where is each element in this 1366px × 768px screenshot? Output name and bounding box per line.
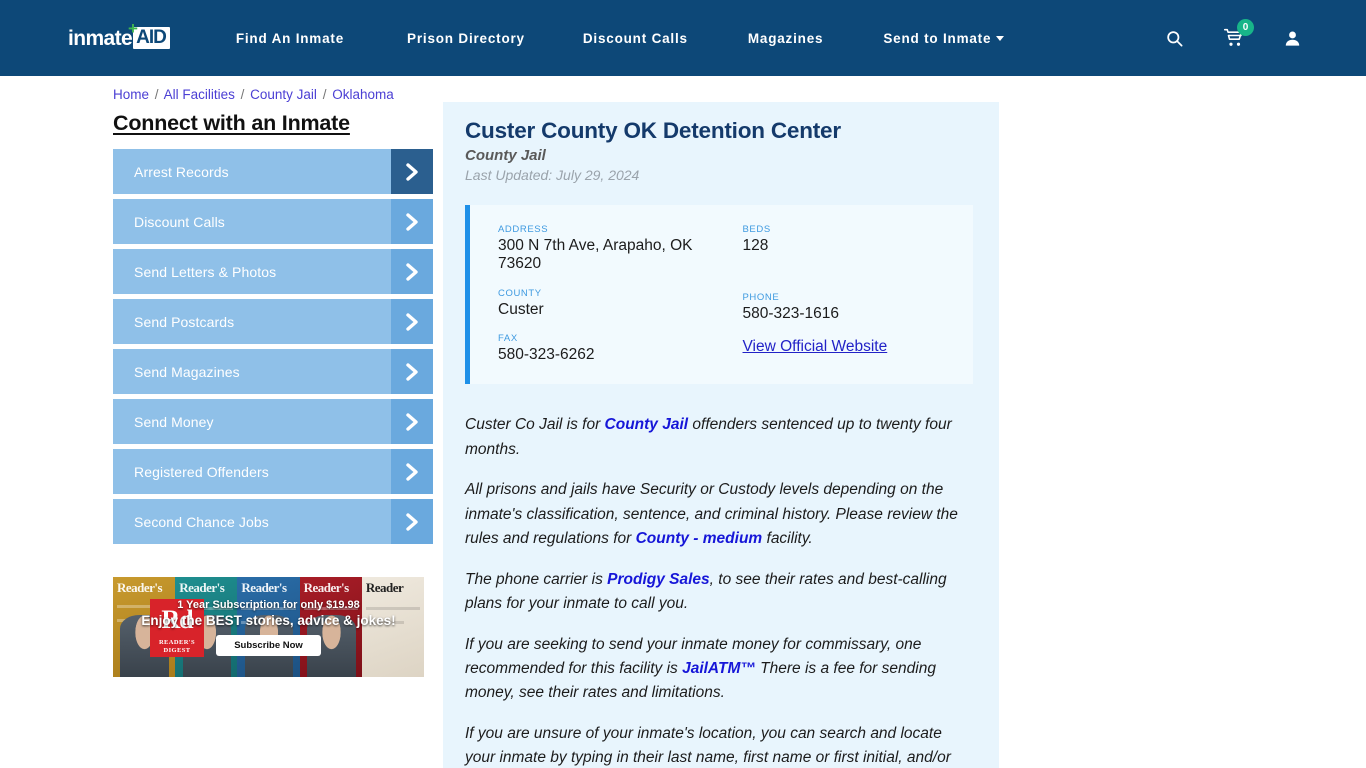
facility-address-value: 300 N 7th Ave, Arapaho, OK 73620 bbox=[498, 237, 693, 273]
chevron-right-icon bbox=[391, 349, 433, 394]
facility-county-value: Custer bbox=[498, 300, 544, 318]
facility-phone-value: 580-323-1616 bbox=[742, 305, 840, 323]
link-jailatm[interactable]: JailATM™ bbox=[682, 660, 756, 677]
chevron-right-icon bbox=[391, 249, 433, 294]
facility-panel: Custer County OK Detention Center County… bbox=[443, 102, 999, 768]
description-paragraph-1: Custer Co Jail is for County Jail offend… bbox=[465, 413, 971, 462]
sidebar: Connect with an Inmate Arrest Records Di… bbox=[113, 102, 433, 677]
facility-website-block: View Official Website bbox=[743, 338, 962, 356]
page-title: Custer County OK Detention Center bbox=[465, 118, 841, 143]
ad-subscribe-button[interactable]: Subscribe Now bbox=[216, 634, 321, 656]
sidebar-item-label: Second Chance Jobs bbox=[134, 513, 269, 530]
chevron-right-icon bbox=[391, 149, 433, 194]
sidebar-item-label: Send Letters & Photos bbox=[134, 263, 277, 280]
breadcrumb-item-all-facilities[interactable]: All Facilities bbox=[164, 87, 235, 102]
breadcrumb: Home / All Facilities / County Jail / Ok… bbox=[0, 76, 1366, 102]
description-paragraph-2: All prisons and jails have Security or C… bbox=[465, 478, 971, 551]
advertisement-banner[interactable]: Reader's Reader's Reader's Reader's Read… bbox=[113, 577, 424, 677]
facility-county-block: COUNTY Custer bbox=[498, 288, 730, 319]
facility-beds-block: BEDS 128 bbox=[743, 224, 962, 255]
nav-item-discount-calls[interactable]: Discount Calls bbox=[583, 31, 688, 46]
sidebar-item-send-money[interactable]: Send Money bbox=[113, 399, 433, 444]
user-icon[interactable] bbox=[1280, 26, 1304, 50]
facility-info-card: ADDRESS 300 N 7th Ave, Arapaho, OK 73620… bbox=[465, 205, 973, 385]
site-logo[interactable]: inmate AID + bbox=[68, 19, 170, 53]
sidebar-item-send-postcards[interactable]: Send Postcards bbox=[113, 299, 433, 344]
facility-fax-value: 580-323-6262 bbox=[498, 345, 595, 363]
facility-beds-label: BEDS bbox=[742, 224, 771, 235]
ad-copy: 1 Year Subscription for only $19.98 Enjo… bbox=[113, 577, 424, 677]
breadcrumb-item-home[interactable]: Home bbox=[113, 87, 149, 102]
sidebar-item-second-chance-jobs[interactable]: Second Chance Jobs bbox=[113, 499, 433, 544]
sidebar-item-registered-offenders[interactable]: Registered Offenders bbox=[113, 449, 433, 494]
primary-nav: Find An Inmate Prison Directory Discount… bbox=[236, 31, 1162, 46]
breadcrumb-item-county-jail[interactable]: County Jail bbox=[250, 87, 317, 102]
logo-plus-icon: + bbox=[128, 19, 138, 38]
search-icon[interactable] bbox=[1162, 26, 1186, 50]
chevron-right-icon bbox=[391, 449, 433, 494]
p1-text-a: Custer Co Jail is for bbox=[465, 416, 605, 434]
sidebar-item-label: Send Postcards bbox=[134, 313, 235, 330]
ad-subheadline: Enjoy the BEST stories, advice & jokes! bbox=[141, 612, 396, 628]
nav-item-prison-directory[interactable]: Prison Directory bbox=[407, 31, 525, 46]
facility-description: Custer Co Jail is for County Jail offend… bbox=[465, 413, 973, 768]
facility-fax-label: FAX bbox=[498, 332, 518, 344]
sidebar-item-label: Arrest Records bbox=[134, 163, 229, 180]
sidebar-item-label: Send Money bbox=[134, 413, 214, 430]
p5-text-a: If you are unsure of your inmate's locat… bbox=[465, 724, 951, 767]
sidebar-item-label: Send Magazines bbox=[134, 363, 240, 380]
p2-text-b: facility. bbox=[762, 530, 813, 548]
link-county-medium[interactable]: County - medium bbox=[636, 530, 763, 547]
breadcrumb-separator: / bbox=[154, 87, 159, 102]
chevron-down-icon bbox=[996, 35, 1005, 41]
breadcrumb-item-oklahoma[interactable]: Oklahoma bbox=[332, 87, 394, 102]
facility-phone-block: PHONE 580-323-1616 bbox=[743, 292, 962, 323]
breadcrumb-separator: / bbox=[240, 87, 245, 102]
sidebar-item-label: Registered Offenders bbox=[134, 463, 269, 480]
nav-item-send-to-inmate-label: Send to Inmate bbox=[883, 30, 992, 46]
cart-count-badge: 0 bbox=[1237, 19, 1254, 36]
chevron-right-icon bbox=[391, 199, 433, 244]
sidebar-item-label: Discount Calls bbox=[134, 213, 225, 230]
description-paragraph-3: The phone carrier is Prodigy Sales, to s… bbox=[465, 568, 971, 617]
chevron-right-icon bbox=[391, 399, 433, 444]
chevron-right-icon bbox=[391, 499, 433, 544]
sidebar-item-arrest-records[interactable]: Arrest Records bbox=[113, 149, 433, 194]
logo-wordmark: inmate bbox=[68, 26, 133, 50]
facility-type: County Jail bbox=[465, 147, 546, 164]
sidebar-title[interactable]: Connect with an Inmate bbox=[113, 111, 433, 136]
facility-phone-label: PHONE bbox=[742, 292, 780, 304]
facility-info-column-left: ADDRESS 300 N 7th Ave, Arapaho, OK 73620… bbox=[498, 224, 730, 364]
sidebar-item-send-letters-photos[interactable]: Send Letters & Photos bbox=[113, 249, 433, 294]
facility-info-column-right: BEDS 128 PHONE 580-323-1616 View Officia… bbox=[730, 224, 962, 364]
description-paragraph-5: If you are unsure of your inmate's locat… bbox=[465, 722, 971, 768]
ad-headline: 1 Year Subscription for only $19.98 bbox=[177, 598, 360, 611]
nav-item-magazines[interactable]: Magazines bbox=[748, 31, 823, 46]
facility-address-label: ADDRESS bbox=[498, 224, 549, 235]
facility-address-block: ADDRESS 300 N 7th Ave, Arapaho, OK 73620 bbox=[498, 224, 730, 274]
content-layout: Connect with an Inmate Arrest Records Di… bbox=[0, 102, 1366, 768]
view-official-website-link[interactable]: View Official Website bbox=[743, 338, 888, 355]
facility-county-label: COUNTY bbox=[498, 287, 542, 299]
sidebar-item-send-magazines[interactable]: Send Magazines bbox=[113, 349, 433, 394]
link-county-jail[interactable]: County Jail bbox=[605, 416, 689, 433]
nav-item-find-an-inmate[interactable]: Find An Inmate bbox=[236, 31, 344, 46]
facility-last-updated: Last Updated: July 29, 2024 bbox=[465, 167, 640, 183]
breadcrumb-separator: / bbox=[322, 87, 327, 102]
description-paragraph-4: If you are seeking to send your inmate m… bbox=[465, 633, 971, 706]
chevron-right-icon bbox=[391, 299, 433, 344]
sidebar-item-discount-calls[interactable]: Discount Calls bbox=[113, 199, 433, 244]
facility-beds-value: 128 bbox=[742, 237, 769, 254]
logo-aid-box: AID bbox=[133, 27, 170, 49]
cart-icon[interactable]: 0 bbox=[1221, 19, 1254, 50]
facility-fax-block: FAX 580-323-6262 bbox=[498, 333, 730, 364]
link-prodigy-sales[interactable]: Prodigy Sales bbox=[607, 571, 710, 588]
nav-icon-group: 0 bbox=[1162, 19, 1304, 50]
p3-text-a: The phone carrier is bbox=[465, 570, 608, 588]
top-navbar: inmate AID + Find An Inmate Prison Direc… bbox=[0, 0, 1366, 76]
nav-item-send-to-inmate[interactable]: Send to Inmate bbox=[883, 30, 1005, 46]
page-body: Home / All Facilities / County Jail / Ok… bbox=[0, 76, 1366, 768]
